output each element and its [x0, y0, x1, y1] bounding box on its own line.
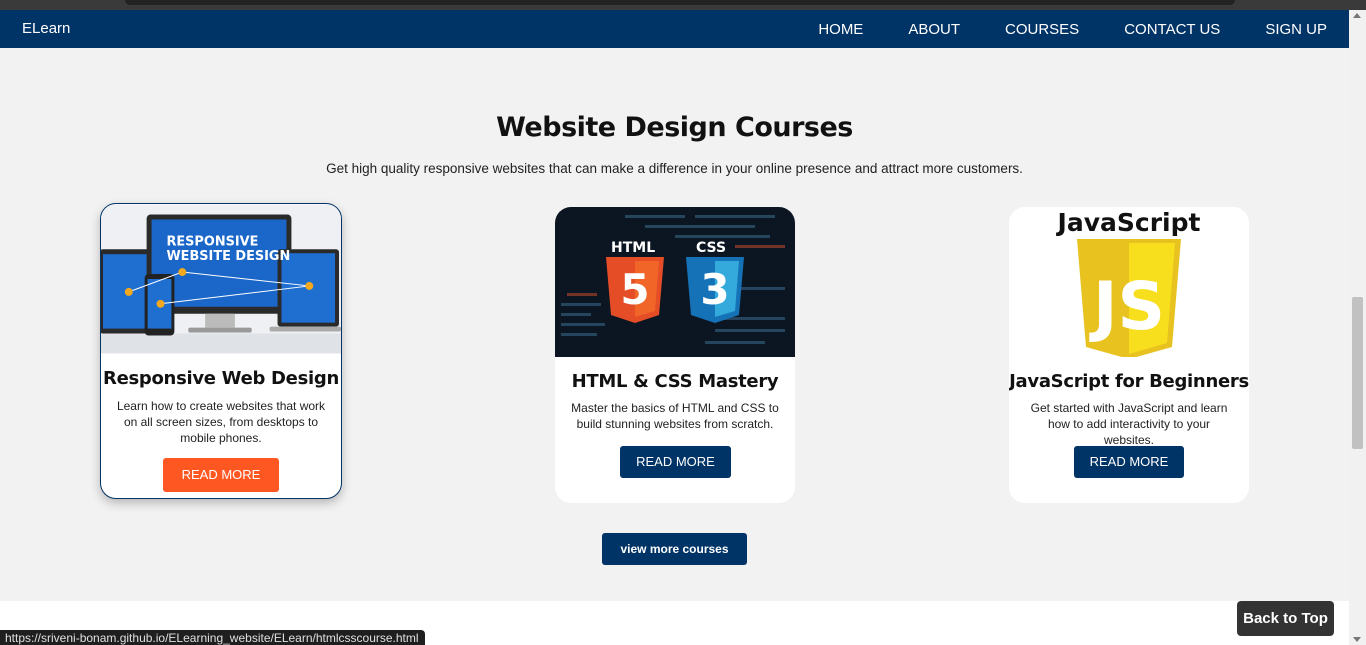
card-title: JavaScript for Beginners — [1009, 371, 1249, 392]
card-title: HTML & CSS Mastery — [571, 371, 779, 392]
card-description: Learn how to create websites that work o… — [116, 399, 326, 445]
nav-contact-us[interactable]: CONTACT US — [1124, 21, 1220, 38]
nav-links: HOME ABOUT COURSES CONTACT US SIGN UP — [818, 10, 1349, 48]
nav-home[interactable]: HOME — [818, 21, 863, 38]
scroll-down-arrow-icon[interactable] — [1353, 637, 1361, 642]
nav-courses[interactable]: COURSES — [1005, 21, 1079, 38]
courses-section: Website Design Courses Get high quality … — [0, 48, 1349, 601]
css-label: CSS — [696, 240, 726, 256]
html-label: HTML — [611, 240, 655, 256]
image-text-line2: WEBSITE DESIGN — [166, 249, 290, 264]
card-description: Master the basics of HTML and CSS to bui… — [571, 401, 779, 431]
nav-sign-up[interactable]: SIGN UP — [1265, 21, 1327, 38]
scroll-thumb[interactable] — [1352, 297, 1363, 449]
html-css-image: HTML CSS 5 3 — [555, 207, 795, 357]
read-more-button[interactable]: READ MORE — [163, 458, 279, 492]
css3-icon: 3 — [700, 265, 729, 314]
read-more-button-javascript[interactable]: READ MORE — [1074, 446, 1184, 478]
view-more-courses-button[interactable]: view more courses — [602, 533, 747, 565]
section-title: Website Design Courses — [496, 112, 853, 143]
scroll-up-arrow-icon[interactable] — [1353, 13, 1361, 18]
responsive-design-image: RESPONSIVE WEBSITE DESIGN — [101, 204, 341, 354]
javascript-image: JavaScript JS — [1009, 207, 1249, 357]
course-card-responsive[interactable]: RESPONSIVE WEBSITE DESIGN Responsive Web… — [100, 203, 342, 499]
status-bar-url: https://sriveni-bonam.github.io/ELearnin… — [0, 630, 425, 645]
browser-top-strip — [0, 0, 1366, 10]
navbar: ELearn HOME ABOUT COURSES CONTACT US SIG… — [0, 10, 1349, 48]
javascript-wordmark: JavaScript — [1056, 208, 1201, 237]
brand-logo[interactable]: ELearn — [22, 20, 70, 37]
card-description: Get started with JavaScript and learn ho… — [1030, 401, 1228, 447]
read-more-button-html-css[interactable]: READ MORE — [620, 446, 731, 478]
nav-about[interactable]: ABOUT — [908, 21, 960, 38]
html5-icon: 5 — [620, 265, 649, 314]
card-title: Responsive Web Design — [103, 368, 339, 389]
vertical-scrollbar[interactable] — [1349, 10, 1366, 645]
image-text-line1: RESPONSIVE — [166, 234, 258, 249]
section-subtitle: Get high quality responsive websites tha… — [326, 161, 1023, 176]
back-to-top-button[interactable]: Back to Top — [1237, 601, 1334, 636]
js-shield-icon: JS — [1089, 268, 1165, 345]
